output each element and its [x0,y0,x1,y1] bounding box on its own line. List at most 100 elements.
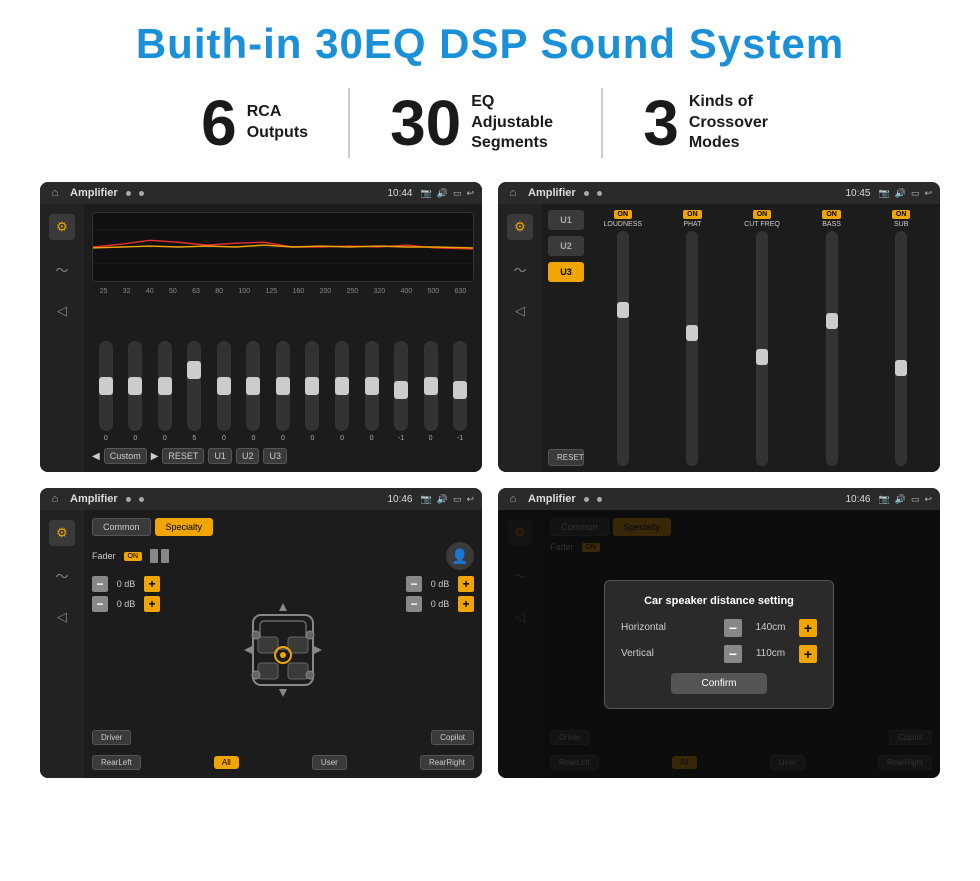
sidebar-amp: ⚙ 〜 ◁ [498,204,542,472]
home-icon-amp: ⌂ [506,186,520,200]
eq-thumb-5[interactable] [246,377,260,395]
channel-name-cutfreq: CUT FREQ [744,221,780,228]
plus-btn-bl[interactable]: + [144,596,160,612]
window-icon: ▭ [453,188,462,199]
eq-thumb-10[interactable] [394,381,408,399]
minus-btn-br[interactable]: − [406,596,422,612]
eq-thumb-7[interactable] [305,377,319,395]
plus-btn-br[interactable]: + [458,596,474,612]
eq-track-2[interactable] [158,341,172,431]
rearleft-btn[interactable]: RearLeft [92,755,141,770]
sidebar-eq-icon-amp[interactable]: ⚙ [507,214,533,240]
minus-btn-tl[interactable]: − [92,576,108,592]
eq-track-11[interactable] [424,341,438,431]
stat-label-eq: EQ AdjustableSegments [471,92,561,154]
copilot-btn[interactable]: Copilot [431,730,474,745]
dialog-horizontal-plus[interactable]: + [799,619,817,637]
confirm-button[interactable]: Confirm [671,673,766,694]
sidebar-speaker-icon[interactable]: ◁ [49,298,75,324]
stat-number-rca: 6 [201,91,237,155]
reset-btn[interactable]: RESET [162,448,204,464]
eq-label-9: 200 [319,288,331,295]
u3-btn[interactable]: U3 [263,448,287,464]
prev-arrow[interactable]: ◀ [92,451,100,462]
eq-thumb-2[interactable] [158,377,172,395]
stat-rca: 6 RCAOutputs [161,91,348,155]
thumb-cutfreq[interactable] [756,349,768,365]
preset-u3[interactable]: U3 [548,262,584,282]
thumb-bass[interactable] [826,313,838,329]
sidebar-wave-icon-amp[interactable]: 〜 [507,256,533,282]
slider-loudness[interactable] [617,231,629,466]
eq-val-5: 0 [251,435,255,442]
topbar-title-eq: Amplifier [70,187,118,199]
stat-label-crossover: Kinds ofCrossover Modes [689,92,779,154]
rearright-btn[interactable]: RearRight [420,755,474,770]
preset-u1[interactable]: U1 [548,210,584,230]
slider-cutfreq[interactable] [756,231,768,466]
thumb-loudness[interactable] [617,302,629,318]
play-arrow[interactable]: ▶ [151,451,159,462]
tab-common[interactable]: Common [92,518,151,536]
dot-icon-cross [126,497,131,502]
db-val-bl: 0 dB [112,599,140,609]
eq-labels: 25 32 40 50 63 80 100 125 160 200 250 32… [92,288,474,295]
dialog-vertical-minus[interactable]: − [724,645,742,663]
slider-sub[interactable] [895,231,907,466]
plus-btn-tl[interactable]: + [144,576,160,592]
topbar-time-amp: 10:45 [845,188,870,199]
eq-track-7[interactable] [305,341,319,431]
db-control-left: − 0 dB + − 0 dB + [92,576,160,724]
amp-reset-btn[interactable]: RESET [548,449,584,466]
eq-thumb-3[interactable] [187,361,201,379]
preset-u2[interactable]: U2 [548,236,584,256]
sidebar-wave-icon[interactable]: 〜 [49,256,75,282]
thumb-phat[interactable] [686,325,698,341]
eq-track-10[interactable] [394,341,408,431]
eq-track-12[interactable] [453,341,467,431]
tab-specialty[interactable]: Specialty [155,518,214,536]
slider-phat[interactable] [686,231,698,466]
eq-track-1[interactable] [128,341,142,431]
u2-btn[interactable]: U2 [236,448,260,464]
user-btn[interactable]: User [312,755,347,770]
amp-panel: U1 U2 U3 RESET ON LOUDNESS [542,204,940,472]
u1-btn[interactable]: U1 [208,448,232,464]
dialog-vertical-plus[interactable]: + [799,645,817,663]
eq-track-4[interactable] [217,341,231,431]
stat-number-crossover: 3 [643,91,679,155]
eq-thumb-11[interactable] [424,377,438,395]
slider-bass[interactable] [826,231,838,466]
minus-btn-bl[interactable]: − [92,596,108,612]
thumb-sub[interactable] [895,360,907,376]
eq-track-5[interactable] [246,341,260,431]
eq-thumb-6[interactable] [276,377,290,395]
topbar-eq: ⌂ Amplifier 10:44 📷 🔊 ▭ ↩ [40,182,482,204]
eq-thumb-9[interactable] [365,377,379,395]
plus-btn-tr[interactable]: + [458,576,474,592]
dot-icon-eq2 [139,191,144,196]
eq-track-6[interactable] [276,341,290,431]
all-btn[interactable]: All [214,756,239,769]
sidebar-eq-icon[interactable]: ⚙ [49,214,75,240]
eq-track-8[interactable] [335,341,349,431]
eq-thumb-1[interactable] [128,377,142,395]
minus-btn-tr[interactable]: − [406,576,422,592]
custom-btn[interactable]: Custom [104,448,147,464]
eq-track-3[interactable] [187,341,201,431]
topbar-title-dialog: Amplifier [528,493,576,505]
sidebar-speaker-icon-cross[interactable]: ◁ [49,604,75,630]
eq-track-9[interactable] [365,341,379,431]
sidebar-eq-icon-cross[interactable]: ⚙ [49,520,75,546]
dialog-horizontal-minus[interactable]: − [724,619,742,637]
amp-channels: ON LOUDNESS ON PHAT [590,210,934,466]
sidebar-speaker-icon-amp[interactable]: ◁ [507,298,533,324]
sidebar-wave-icon-cross[interactable]: 〜 [49,562,75,588]
eq-thumb-8[interactable] [335,377,349,395]
eq-thumb-4[interactable] [217,377,231,395]
eq-thumb-12[interactable] [453,381,467,399]
eq-track-0[interactable] [99,341,113,431]
driver-btn[interactable]: Driver [92,730,131,745]
car-diagram [168,576,398,724]
eq-thumb-0[interactable] [99,377,113,395]
